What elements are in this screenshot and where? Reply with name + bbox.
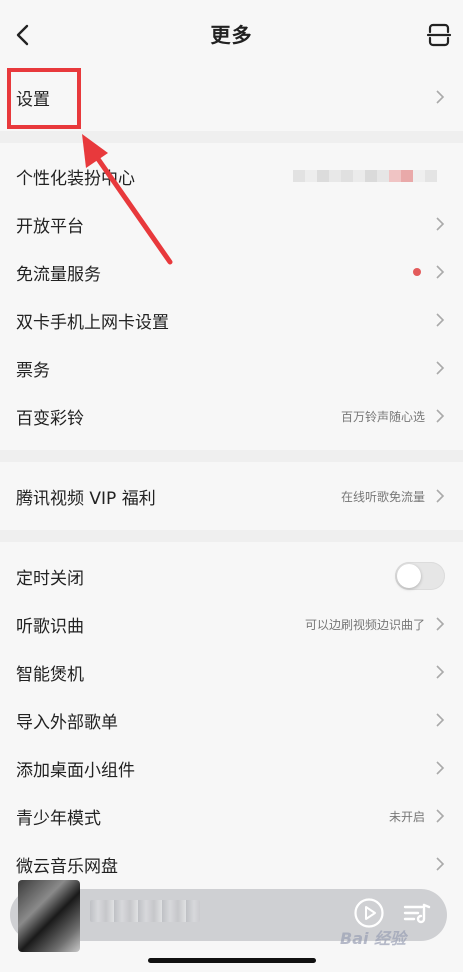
section-divider bbox=[0, 530, 463, 542]
menu-item-subtext: 可以边刷视频边识曲了 bbox=[304, 617, 425, 632]
menu-item-burn-in[interactable]: 智能煲机 bbox=[0, 648, 463, 696]
chevron-right-icon bbox=[436, 809, 445, 823]
chevron-right-icon bbox=[436, 617, 445, 631]
menu-item-label: 听歌识曲 bbox=[16, 616, 84, 637]
menu-item-ringtone[interactable]: 百变彩铃 百万铃声随心选 bbox=[0, 392, 463, 440]
menu-item-sleep-timer[interactable]: 定时关闭 bbox=[0, 552, 463, 600]
menu-item-label: 添加桌面小组件 bbox=[16, 760, 135, 781]
menu-item-tickets[interactable]: 票务 bbox=[0, 344, 463, 392]
chevron-right-icon bbox=[436, 409, 445, 423]
menu-item-label: 双卡手机上网卡设置 bbox=[16, 312, 169, 333]
tools-group: 定时关闭 听歌识曲 可以边刷视频边识曲了 智能煲机 导入外部歌单 添加桌面小组件… bbox=[0, 552, 463, 888]
menu-item-label: 定时关闭 bbox=[16, 568, 84, 589]
menu-item-label: 微云音乐网盘 bbox=[16, 856, 118, 877]
chevron-right-icon bbox=[436, 361, 445, 375]
sleep-timer-toggle[interactable] bbox=[395, 562, 445, 590]
menu-item-teen-mode[interactable]: 青少年模式 未开启 bbox=[0, 792, 463, 840]
chevron-right-icon bbox=[436, 761, 445, 775]
annotation-arrow bbox=[82, 134, 173, 265]
chevron-right-icon bbox=[436, 489, 445, 503]
album-cover[interactable] bbox=[18, 880, 80, 952]
blurred-song-title bbox=[90, 900, 200, 922]
menu-item-subtext: 在线听歌免流量 bbox=[340, 489, 425, 504]
vip-group: 腾讯视频 VIP 福利 在线听歌免流量 bbox=[0, 472, 463, 520]
menu-item-song-recognition[interactable]: 听歌识曲 可以边刷视频边识曲了 bbox=[0, 600, 463, 648]
chevron-right-icon bbox=[436, 313, 445, 327]
home-indicator[interactable] bbox=[148, 958, 316, 963]
menu-item-subtext: 未开启 bbox=[388, 809, 425, 824]
menu-item-subtext: 百万铃声随心选 bbox=[340, 409, 425, 424]
section-divider bbox=[0, 450, 463, 462]
menu-item-label: 腾讯视频 VIP 福利 bbox=[16, 488, 156, 509]
menu-item-dual-sim[interactable]: 双卡手机上网卡设置 bbox=[0, 296, 463, 344]
menu-item-label: 票务 bbox=[16, 360, 50, 381]
toggle-knob bbox=[397, 564, 421, 588]
menu-item-tencent-video-vip[interactable]: 腾讯视频 VIP 福利 在线听歌免流量 bbox=[0, 472, 463, 520]
menu-item-label: 百变彩铃 bbox=[16, 408, 84, 429]
menu-item-label: 导入外部歌单 bbox=[16, 712, 118, 733]
menu-item-label: 青少年模式 bbox=[16, 808, 101, 829]
chevron-right-icon bbox=[436, 857, 445, 871]
menu-item-import-playlist[interactable]: 导入外部歌单 bbox=[0, 696, 463, 744]
menu-item-add-widget[interactable]: 添加桌面小组件 bbox=[0, 744, 463, 792]
playlist-icon[interactable] bbox=[402, 899, 432, 927]
chevron-right-icon bbox=[436, 713, 445, 727]
watermark-logo: Bai 经验 bbox=[340, 929, 407, 948]
menu-item-label: 智能煲机 bbox=[16, 664, 84, 685]
chevron-right-icon bbox=[436, 665, 445, 679]
